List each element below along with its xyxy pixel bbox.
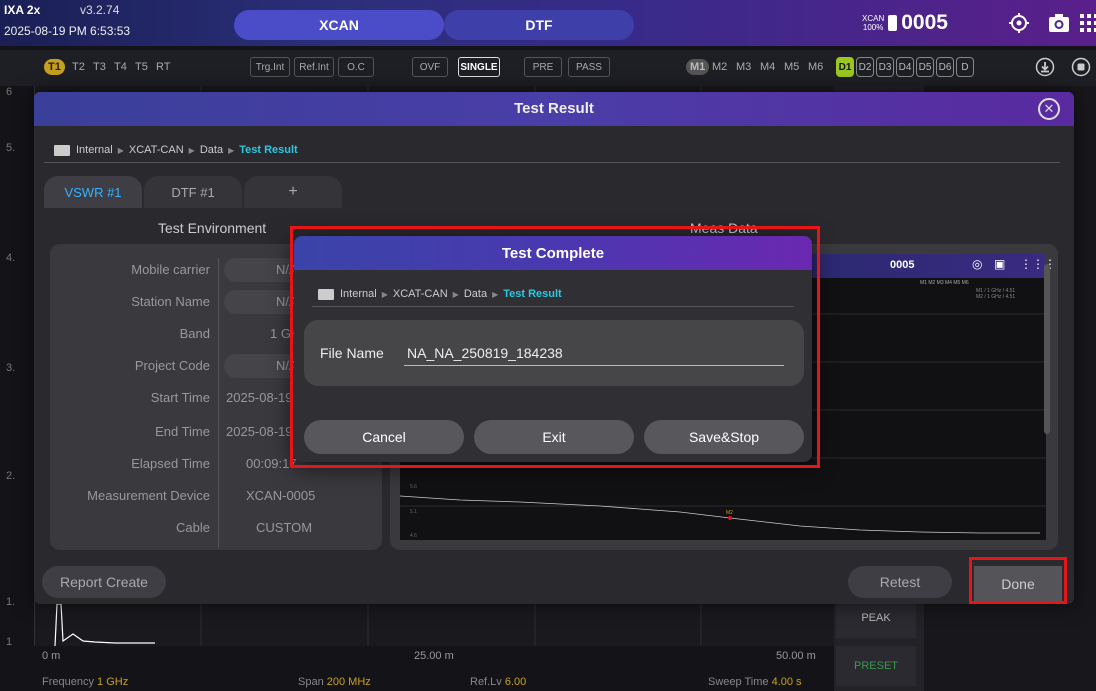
display-d1[interactable]: D1 [836, 57, 854, 77]
display-d5[interactable]: D5 [916, 57, 934, 77]
env-label-end-time: End Time [155, 424, 210, 439]
datetime: 2025-08-19 PM 6:53:53 [4, 24, 131, 38]
divider [218, 258, 219, 548]
marker-m6[interactable]: M6 [808, 61, 823, 73]
env-value-measurement-device: XCAN-0005 [246, 488, 316, 503]
breadcrumb-test-result: Test Result [239, 144, 298, 156]
camera-icon[interactable] [1044, 10, 1074, 36]
chip-oc[interactable]: O.C [338, 57, 374, 77]
env-value-cable: CUSTOM [256, 520, 313, 535]
marker-m4[interactable]: M4 [760, 61, 775, 73]
display-d[interactable]: D [956, 57, 974, 77]
trace-t4[interactable]: T4 [114, 61, 127, 73]
report-create-button[interactable]: Report Create [42, 566, 166, 598]
battery-label: XCAN 100% [862, 14, 885, 32]
status-bar: IXA 2x v3.2.74 2025-08-19 PM 6:53:53 XCA… [0, 0, 1096, 46]
app-root: IXA 2x v3.2.74 2025-08-19 PM 6:53:53 XCA… [0, 0, 1096, 691]
mini-camera-icon: ▣ [994, 257, 1006, 271]
bg-y-tick-2: 4. [6, 252, 16, 264]
trace-t5[interactable]: T5 [135, 61, 148, 73]
marker-m3[interactable]: M3 [736, 61, 751, 73]
chip-trg-int[interactable]: Trg.Int [250, 57, 290, 77]
display-d4[interactable]: D4 [896, 57, 914, 77]
marker-m1[interactable]: M1 [686, 59, 710, 75]
bg-y-tick-5: 1. [6, 596, 16, 608]
stop-icon[interactable] [1070, 56, 1092, 78]
mini-marker-tag: M2 [726, 510, 733, 516]
mode-xcan-button[interactable]: XCAN [234, 10, 444, 40]
battery-icon [888, 15, 898, 31]
env-value-end-time: 2025-08-19 [226, 424, 293, 439]
done-highlight-box [969, 557, 1067, 604]
breadcrumb-internal[interactable]: Internal [76, 144, 113, 156]
env-label-measurement-device: Measurement Device [87, 488, 210, 503]
bg-y-tick-4: 2. [6, 470, 16, 482]
divider [44, 162, 1060, 163]
mini-y-tick-1: 5.1 [410, 509, 417, 515]
env-label-elapsed-time: Elapsed Time [131, 456, 210, 471]
trace-t1[interactable]: T1 [44, 59, 65, 75]
bg-y-tick-1: 5. [6, 142, 16, 154]
chip-ref-int[interactable]: Ref.Int [294, 57, 334, 77]
marker-m2[interactable]: M2 [712, 61, 727, 73]
trace-rt[interactable]: RT [156, 61, 170, 73]
env-label-station-name: Station Name [131, 294, 210, 309]
env-label-mobile-carrier: Mobile carrier [131, 262, 210, 277]
env-label-band: Band [179, 326, 210, 341]
display-d3[interactable]: D3 [876, 57, 894, 77]
close-icon[interactable]: ✕ [1038, 98, 1060, 120]
tab-dtf-1[interactable]: DTF #1 [144, 176, 242, 208]
bg-y-tick-0: 6 [6, 86, 13, 98]
add-tab-button[interactable]: + [244, 176, 342, 208]
chip-pre[interactable]: PRE [524, 57, 562, 77]
test-result-title: Test Result [514, 100, 594, 117]
bg-y-tick-3: 3. [6, 362, 16, 374]
display-d6[interactable]: D6 [936, 57, 954, 77]
trace-t3[interactable]: T3 [93, 61, 106, 73]
chip-single[interactable]: SINGLE [458, 57, 500, 77]
env-label-project-code: Project Code [134, 358, 210, 373]
chip-pass[interactable]: PASS [568, 57, 610, 77]
env-label-start-time: Start Time [150, 390, 210, 405]
breadcrumb-xcat-can[interactable]: XCAT-CAN [129, 144, 184, 156]
bg-x-tick-1: 25.00 m [414, 650, 454, 662]
tab-vswr-1[interactable]: VSWR #1 [44, 176, 142, 208]
battery-status: XCAN 100% 0005 [862, 10, 982, 36]
mini-grid-icon: ⋮⋮⋮ [1020, 257, 1056, 271]
folder-icon [54, 144, 70, 156]
bg-x-tick-2: 50.00 m [776, 650, 816, 662]
sweep-time-readout: Sweep Time 4.00 s [708, 676, 802, 688]
target-icon[interactable] [1004, 10, 1034, 36]
mini-y-tick-0: 5.6 [410, 484, 417, 490]
mode-dtf-button[interactable]: DTF [444, 10, 634, 40]
mini-target-icon: ◎ [972, 257, 983, 271]
grid-menu-icon[interactable] [1074, 10, 1096, 36]
marker-m5[interactable]: M5 [784, 61, 799, 73]
reflv-readout: Ref.Lv 6.00 [470, 676, 527, 688]
env-label-cable: Cable [176, 520, 210, 535]
chip-ovf[interactable]: OVF [412, 57, 448, 77]
mini-y-tick-2: 4.6 [410, 533, 417, 539]
display-d2[interactable]: D2 [856, 57, 874, 77]
env-value-start-time: 2025-08-19 [226, 390, 293, 405]
mini-unit-number: 0005 [890, 259, 915, 271]
peak-button[interactable]: PEAK [836, 598, 916, 638]
test-environment-heading: Test Environment [158, 220, 267, 236]
bg-y-tick-6: 1 [6, 636, 13, 648]
breadcrumb: Internal ▶ XCAT-CAN ▶ Data ▶ Test Result [54, 144, 298, 156]
breadcrumb-data[interactable]: Data [200, 144, 223, 156]
dialog-highlight-box [290, 226, 820, 468]
meas-scrollbar[interactable] [1044, 264, 1050, 434]
firmware-version: v3.2.74 [80, 3, 120, 17]
bg-x-tick-0: 0 m [42, 650, 61, 662]
span-readout: Span 200 MHz [298, 676, 371, 688]
preset-button[interactable]: PRESET [836, 646, 916, 686]
device-name: IXA 2x [4, 3, 41, 17]
frequency-readout: Frequency 1 GHz [42, 676, 129, 688]
retest-button[interactable]: Retest [848, 566, 952, 598]
unit-number: 0005 [901, 11, 948, 34]
trace-t2[interactable]: T2 [72, 61, 85, 73]
download-icon[interactable] [1034, 56, 1056, 78]
